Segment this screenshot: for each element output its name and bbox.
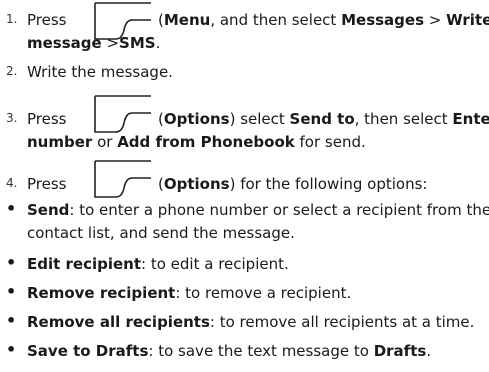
- bullet-remove-all-recipients: Remove all recipients: to remove all rec…: [27, 313, 475, 331]
- bullet-dot: •: [6, 282, 17, 301]
- left-softkey-icon: [94, 160, 151, 198]
- bullet-send-continuation: contact list, and send the message.: [27, 224, 295, 242]
- left-softkey-icon: [94, 95, 151, 133]
- step-press-text: Press: [27, 110, 67, 128]
- step-1-line-2: message >SMS.: [27, 34, 161, 52]
- bullet-dot: •: [6, 199, 17, 218]
- step-press-text: Press: [27, 175, 67, 193]
- bullet-dot: •: [6, 253, 17, 272]
- step-1-line-1: (Menu, and then select Messages > Write: [158, 11, 489, 29]
- step-2-text: Write the message.: [27, 63, 173, 81]
- step-number: 2.: [6, 64, 18, 78]
- step-3-line-2: number or Add from Phonebook for send.: [27, 133, 366, 151]
- step-press-text: Press: [27, 11, 67, 29]
- instruction-document: 1. Press (Menu, and then select Messages…: [0, 0, 489, 372]
- step-number: 3.: [6, 111, 18, 125]
- step-number: 4.: [6, 176, 18, 190]
- bullet-edit-recipient: Edit recipient: to edit a recipient.: [27, 255, 289, 273]
- step-3-line-1: (Options) select Send to, then select En…: [158, 110, 489, 128]
- step-number: 1.: [6, 12, 18, 26]
- bullet-save-to-drafts: Save to Drafts: to save the text message…: [27, 342, 432, 360]
- step-4-line-1: (Options) for the following options:: [158, 175, 428, 193]
- bullet-dot: •: [6, 340, 17, 359]
- bullet-send: Send: to enter a phone number or select …: [27, 201, 489, 219]
- bullet-dot: •: [6, 311, 17, 330]
- bullet-remove-recipient: Remove recipient: to remove a recipient.: [27, 284, 352, 302]
